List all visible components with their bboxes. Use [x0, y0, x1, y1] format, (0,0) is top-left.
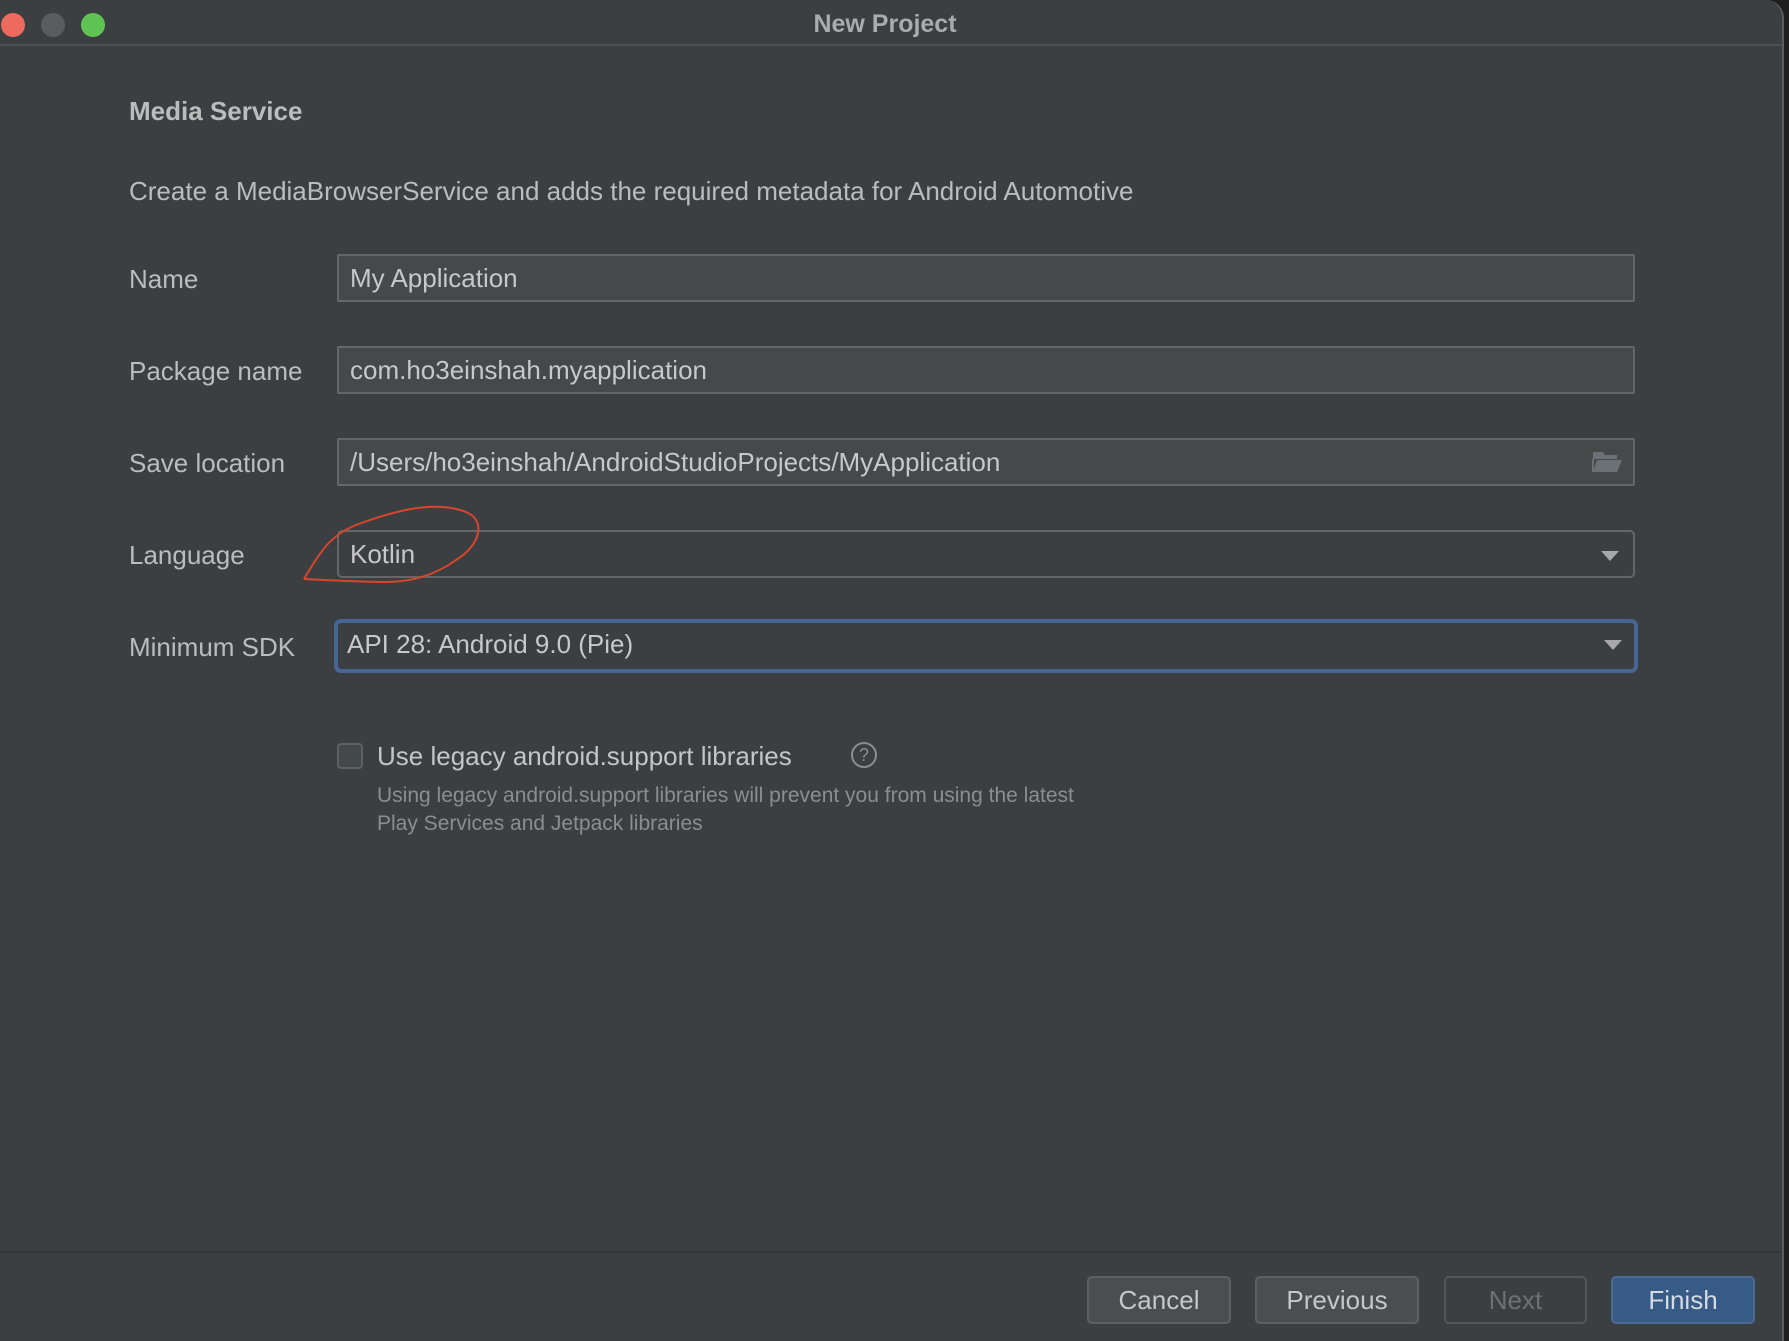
package-name-input[interactable]: com.ho3einshah.myapplication: [337, 346, 1635, 394]
next-button: Next: [1444, 1276, 1587, 1324]
save-location-input[interactable]: /Users/ho3einshah/AndroidStudioProjects/…: [337, 438, 1635, 486]
legacy-support-checkbox[interactable]: [337, 743, 363, 769]
save-location-value: /Users/ho3einshah/AndroidStudioProjects/…: [350, 447, 1001, 477]
package-name-label: Package name: [129, 356, 303, 386]
language-dropdown[interactable]: Kotlin: [337, 530, 1635, 578]
minimum-sdk-value: API 28: Android 9.0 (Pie): [347, 629, 634, 659]
chevron-down-icon: [1604, 640, 1622, 650]
package-name-value: com.ho3einshah.myapplication: [350, 355, 707, 385]
previous-button[interactable]: Previous: [1255, 1276, 1419, 1324]
new-project-dialog: New Project Media Service Create a Media…: [0, 0, 1784, 1341]
cancel-button[interactable]: Cancel: [1087, 1276, 1231, 1324]
finish-button[interactable]: Finish: [1611, 1276, 1755, 1324]
window-title: New Project: [813, 10, 957, 38]
chevron-down-icon: [1601, 551, 1619, 561]
minimum-sdk-dropdown[interactable]: API 28: Android 9.0 (Pie): [334, 619, 1638, 673]
footer-divider: [0, 1251, 1782, 1253]
name-value: My Application: [350, 263, 518, 293]
legacy-support-label[interactable]: Use legacy android.support libraries: [377, 741, 792, 772]
help-icon[interactable]: ?: [851, 742, 877, 768]
save-location-label: Save location: [129, 448, 286, 478]
minimum-sdk-label: Minimum SDK: [129, 632, 296, 662]
legacy-support-hint: Using legacy android.support libraries w…: [377, 784, 1074, 835]
page-heading: Media Service: [129, 96, 303, 126]
title-bar: New Project: [0, 0, 1782, 46]
language-value: Kotlin: [350, 539, 416, 569]
name-input[interactable]: My Application: [337, 254, 1635, 302]
folder-icon[interactable]: [1591, 450, 1623, 474]
page-description: Create a MediaBrowserService and adds th…: [129, 176, 1134, 206]
language-label: Language: [129, 540, 245, 570]
name-label: Name: [129, 264, 199, 294]
